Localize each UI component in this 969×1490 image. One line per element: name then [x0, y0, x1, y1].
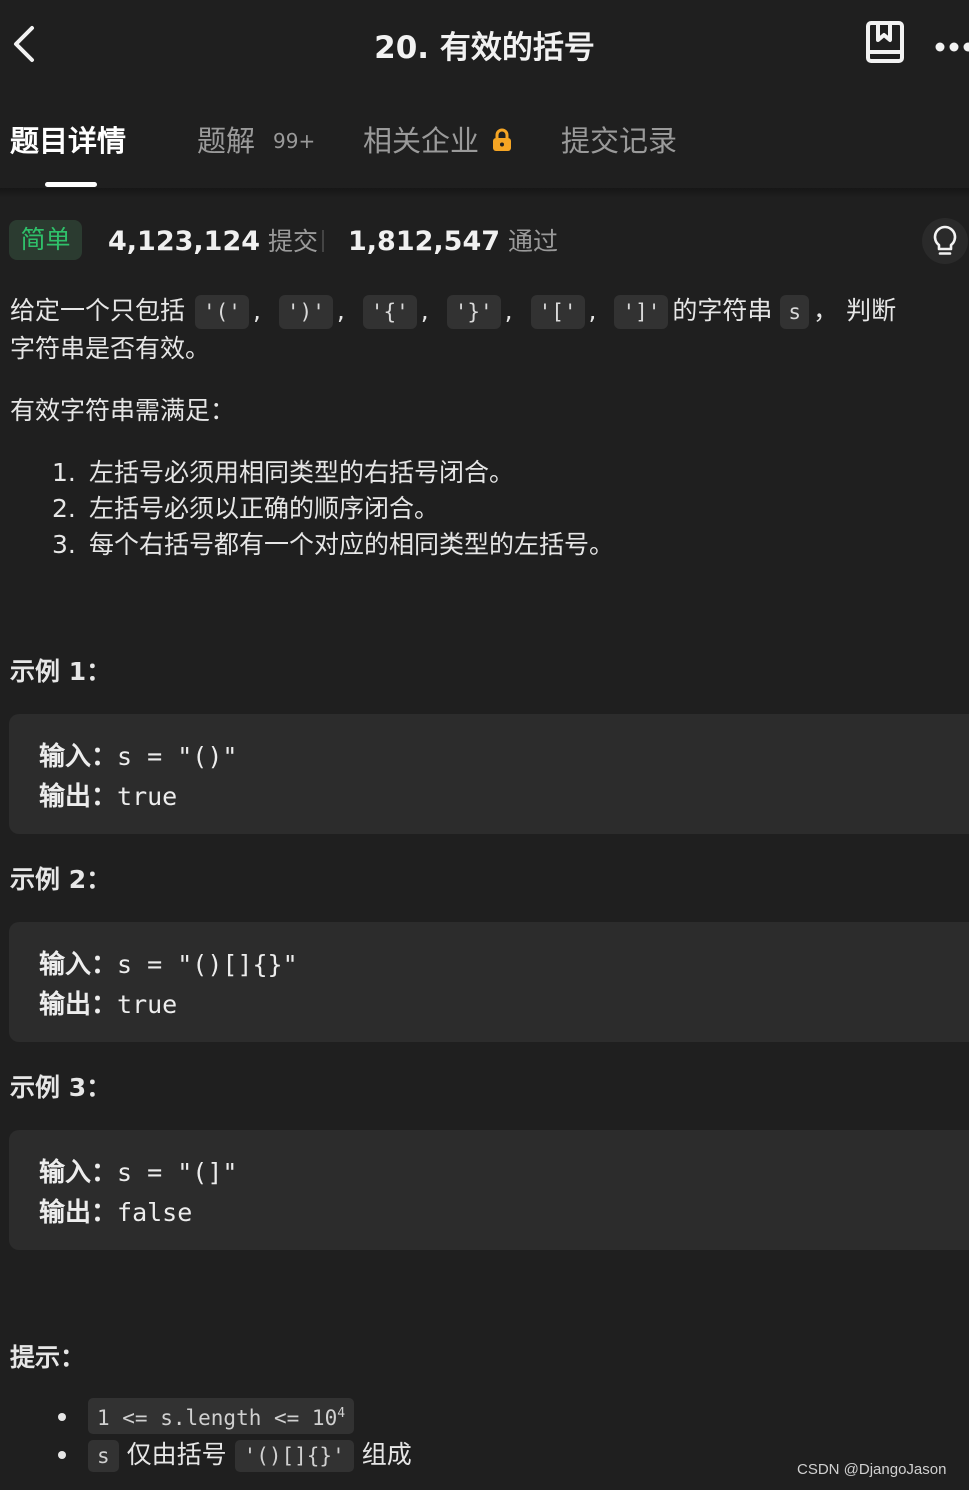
solutions-count-badge: 99+ [273, 129, 316, 153]
tab-bar: 题目详情 题解 99+ 相关企业 提交记录 [0, 88, 969, 188]
book-icon[interactable] [864, 20, 906, 66]
rules-title: 有效字符串需满足： [10, 396, 236, 425]
tab-problem-detail[interactable]: 题目详情 [10, 118, 126, 160]
example-output: 输出：true [39, 984, 177, 1021]
list-item: 3. 每个右括号都有一个对应的相同类型的左括号。 [52, 530, 615, 559]
stats-divider [322, 230, 324, 252]
example-output: 输出：true [39, 776, 177, 813]
rule-text: 每个右括号都有一个对应的相同类型的左括号。 [89, 530, 615, 559]
active-tab-indicator [45, 182, 97, 187]
stats-row: 简单 4,123,124 提交 1,812,547 通过 [0, 218, 969, 264]
output-label: 输出： [39, 990, 118, 1020]
submissions-label: 提交 [268, 227, 319, 256]
tab-solutions[interactable]: 题解 99+ [197, 118, 315, 160]
input-label: 输入： [39, 742, 118, 772]
input-label: 输入： [39, 1158, 118, 1188]
output-label: 输出： [39, 782, 118, 812]
output-value: true [117, 990, 178, 1019]
char-chip: '}' [446, 295, 501, 329]
list-item: 2. 左括号必须以正确的顺序闭合。 [52, 494, 440, 523]
submissions-count: 4,123,124 [108, 226, 261, 257]
example-input: 输入：s = "()" [39, 736, 237, 773]
problem-description: 给定一个只包括 '(', ')', '{', '}', '[', ']' 的字符串 s，判断 字… [10, 295, 897, 363]
rule-text: 左括号必须用相同类型的右括号闭合。 [89, 458, 515, 487]
input-label: 输入： [39, 950, 118, 980]
more-icon[interactable] [934, 38, 969, 52]
char-chip: '(' [195, 295, 249, 329]
tab-submissions[interactable]: 提交记录 [561, 118, 677, 160]
example-2-title: 示例 2： [10, 865, 112, 894]
accepted-label: 通过 [508, 227, 559, 256]
intro-mid: 的字符串 [672, 296, 773, 325]
lock-icon [491, 125, 513, 151]
example-1-block: 输入：s = "()" 输出：true [9, 714, 969, 834]
var-chip: s [780, 295, 810, 329]
example-input: 输入：s = "(]" [39, 1152, 237, 1189]
tab-companies[interactable]: 相关企业 [363, 118, 513, 160]
example-3-block: 输入：s = "(]" 输出：false [9, 1130, 969, 1250]
output-value: true [117, 782, 178, 811]
list-item: 1. 左括号必须用相同类型的右括号闭合。 [52, 458, 515, 487]
chars-chip: '()[]{}' [234, 1440, 354, 1472]
constraint-chip: 1 <= s.length <= 104 [88, 1398, 355, 1434]
tips-title: 提示： [10, 1343, 86, 1372]
char-chip: ']' [614, 295, 669, 329]
list-item: 1 <= s.length <= 104 [58, 1398, 412, 1436]
bullet-dot [58, 1413, 66, 1421]
constraint-text: 1 <= s.length <= 10 [97, 1406, 338, 1430]
rule-text: 左括号必须以正确的顺序闭合。 [89, 494, 440, 523]
output-value: false [117, 1198, 193, 1227]
accepted-count: 1,812,547 [348, 226, 501, 257]
tab-solutions-label: 题解 [197, 124, 256, 158]
list-item: s 仅由括号 '()[]{}' 组成 [58, 1436, 412, 1474]
accepted-stat: 1,812,547 通过 [348, 222, 558, 258]
example-input: 输入：s = "()[]{}" [39, 944, 298, 981]
char-chip: '[' [530, 295, 585, 329]
page-title: 20. 有效的括号 [374, 30, 595, 66]
var-chip: s [88, 1440, 119, 1472]
constraint-exponent: 4 [337, 1406, 346, 1421]
difficulty-badge: 简单 [9, 220, 82, 260]
submissions-stat: 4,123,124 提交 [108, 222, 318, 258]
tabs-divider [0, 188, 969, 198]
example-3-title: 示例 3： [10, 1073, 112, 1102]
constraint-text: 仅由括号 [126, 1440, 227, 1469]
lightbulb-icon[interactable] [922, 218, 968, 264]
tab-companies-label: 相关企业 [363, 124, 480, 158]
bullet-dot [58, 1451, 66, 1459]
example-output: 输出：false [39, 1192, 192, 1229]
example-1-title: 示例 1： [10, 657, 112, 686]
input-value: s = "()[]{}" [117, 950, 298, 979]
output-label: 输出： [39, 1198, 118, 1228]
watermark: CSDN @DjangoJason [797, 1461, 947, 1478]
rules-list: 1. 左括号必须用相同类型的右括号闭合。 2. 左括号必须以正确的顺序闭合。 3. 每… [52, 455, 614, 563]
intro-suffix: 判断 [846, 296, 897, 325]
intro-line-2: 字符串是否有效。 [10, 334, 211, 363]
char-chip: '{' [362, 295, 417, 329]
tips-list: 1 <= s.length <= 104 s 仅由括号 '()[]{}' 组成 [58, 1398, 412, 1474]
intro-prefix: 给定一个只包括 [10, 296, 186, 325]
input-value: s = "()" [117, 742, 238, 771]
char-chip: ')' [278, 295, 333, 329]
example-2-block: 输入：s = "()[]{}" 输出：true [9, 922, 969, 1042]
input-value: s = "(]" [117, 1158, 238, 1187]
constraint-suffix: 组成 [361, 1440, 412, 1469]
top-bar: 20. 有效的括号 [0, 0, 969, 88]
